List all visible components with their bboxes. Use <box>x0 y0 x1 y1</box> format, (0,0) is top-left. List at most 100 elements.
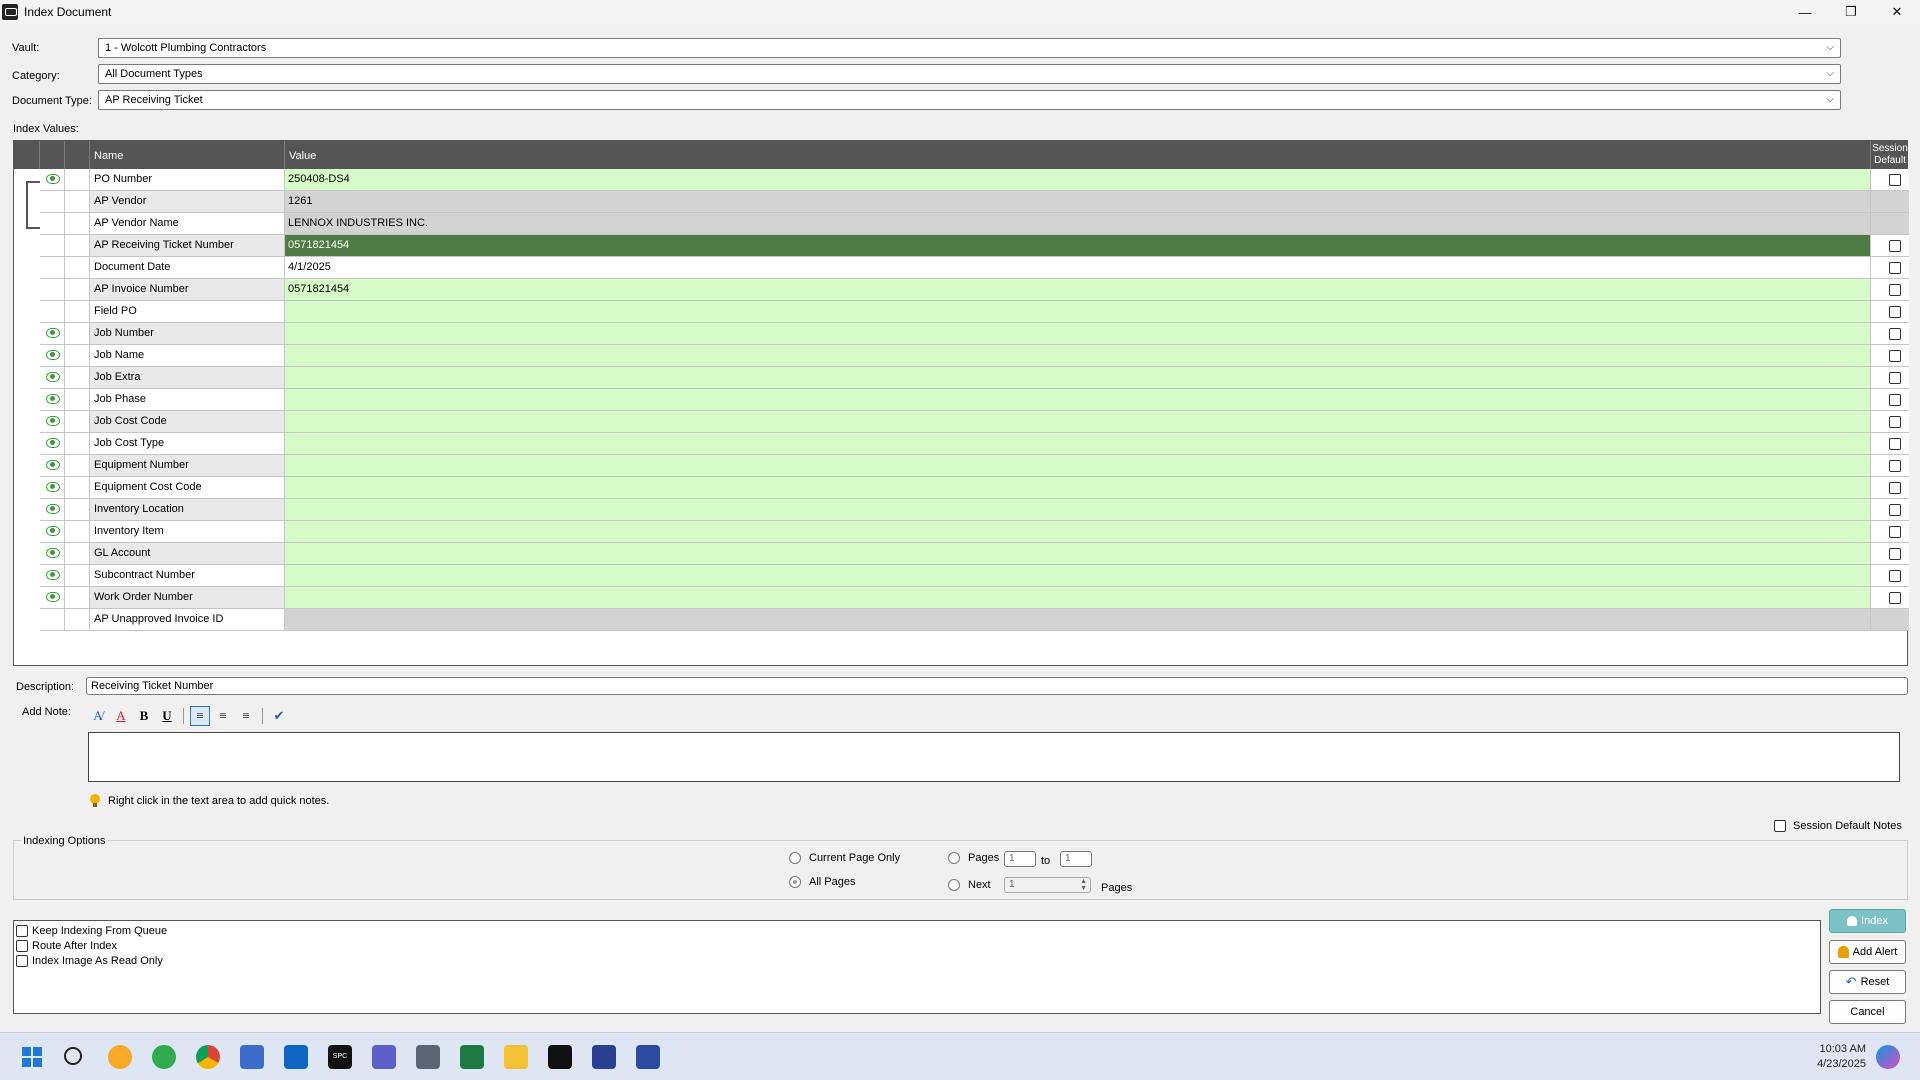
teams-icon[interactable] <box>372 1045 396 1069</box>
session-default-cell[interactable] <box>1871 235 1909 257</box>
keep-indexing-checkbox[interactable] <box>16 925 28 937</box>
close-button[interactable]: ✕ <box>1874 0 1920 24</box>
table-row[interactable]: AP Invoice Number 0571821454 <box>14 279 1909 301</box>
outlook-icon[interactable] <box>284 1045 308 1069</box>
session-default-checkbox[interactable] <box>1889 460 1901 472</box>
session-default-checkbox[interactable] <box>1889 570 1901 582</box>
read-only-option[interactable]: Index Image As Read Only <box>16 955 163 967</box>
session-default-cell[interactable] <box>1871 213 1909 235</box>
session-default-checkbox[interactable] <box>1889 504 1901 516</box>
align-center-icon[interactable]: ≡ <box>213 706 233 726</box>
session-default-cell[interactable] <box>1871 499 1909 521</box>
align-right-icon[interactable]: ≡ <box>236 706 256 726</box>
session-default-cell[interactable] <box>1871 301 1909 323</box>
refresh-app-icon[interactable] <box>152 1045 176 1069</box>
field-value-cell[interactable]: 250408-DS4 <box>285 169 1871 191</box>
session-default-cell[interactable] <box>1871 521 1909 543</box>
table-row[interactable]: Equipment Cost Code <box>14 477 1909 499</box>
stepper-arrows-icon[interactable]: ▲ ▼ <box>1080 878 1087 892</box>
note-textarea[interactable] <box>88 732 1900 782</box>
index-app-icon[interactable] <box>548 1045 572 1069</box>
field-value-cell[interactable]: 0571821454 <box>285 279 1871 301</box>
session-default-checkbox[interactable] <box>1889 350 1901 362</box>
session-default-checkbox[interactable] <box>1889 174 1901 186</box>
session-default-cell[interactable] <box>1871 543 1909 565</box>
table-row[interactable]: Job Cost Type <box>14 433 1909 455</box>
field-value-cell[interactable] <box>285 609 1871 631</box>
field-value-cell[interactable] <box>285 455 1871 477</box>
excel-icon[interactable] <box>460 1045 484 1069</box>
session-default-cell[interactable] <box>1871 191 1909 213</box>
next-option[interactable]: Next <box>948 879 991 891</box>
table-row[interactable]: Job Phase <box>14 389 1909 411</box>
session-default-cell[interactable] <box>1871 323 1909 345</box>
file-explorer-icon[interactable] <box>504 1045 528 1069</box>
session-default-checkbox[interactable] <box>1889 592 1901 604</box>
font-color-icon[interactable]: A <box>111 706 131 726</box>
session-default-cell[interactable] <box>1871 587 1909 609</box>
underline-icon[interactable]: U <box>157 706 177 726</box>
field-value-cell[interactable] <box>285 345 1871 367</box>
session-default-checkbox[interactable] <box>1889 372 1901 384</box>
session-default-checkbox[interactable] <box>1889 262 1901 274</box>
pages-radio[interactable] <box>948 852 960 864</box>
table-row[interactable]: AP Unapproved Invoice ID <box>14 609 1909 631</box>
field-value-cell[interactable]: 1261 <box>285 191 1871 213</box>
session-default-cell[interactable] <box>1871 565 1909 587</box>
highlight-icon[interactable]: A̸ <box>88 706 108 726</box>
table-row[interactable]: Subcontract Number <box>14 565 1909 587</box>
session-default-checkbox[interactable] <box>1889 548 1901 560</box>
session-default-cell[interactable] <box>1871 433 1909 455</box>
table-row[interactable]: Job Name <box>14 345 1909 367</box>
session-default-checkbox[interactable] <box>1889 482 1901 494</box>
all-pages-radio[interactable] <box>789 876 801 888</box>
bold-icon[interactable]: B <box>134 706 154 726</box>
search-icon[interactable] <box>64 1047 82 1065</box>
category-select[interactable]: All Document Types ⌵ <box>98 64 1841 84</box>
field-value-cell[interactable]: 0571821454 <box>285 235 1871 257</box>
session-default-cell[interactable] <box>1871 257 1909 279</box>
query-app-icon[interactable] <box>592 1045 616 1069</box>
session-default-cell[interactable] <box>1871 609 1909 631</box>
table-row[interactable]: Document Date 4/1/2025 <box>14 257 1909 279</box>
copilot-icon[interactable] <box>1876 1045 1900 1069</box>
field-value-cell[interactable] <box>285 301 1871 323</box>
app-launcher-icon[interactable] <box>108 1045 132 1069</box>
add-alert-button[interactable]: Add Alert <box>1829 940 1906 964</box>
field-value-cell[interactable] <box>285 367 1871 389</box>
current-page-radio[interactable] <box>789 852 801 864</box>
table-row[interactable]: PO Number 250408-DS4 <box>14 169 1909 191</box>
table-row[interactable]: AP Vendor Name LENNOX INDUSTRIES INC. <box>14 213 1909 235</box>
field-value-cell[interactable] <box>285 323 1871 345</box>
session-default-notes-checkbox[interactable] <box>1774 820 1786 832</box>
current-page-option[interactable]: Current Page Only <box>789 852 900 864</box>
field-value-cell[interactable] <box>285 389 1871 411</box>
table-row[interactable]: Work Order Number <box>14 587 1909 609</box>
field-value-cell[interactable]: 4/1/2025 <box>285 257 1871 279</box>
session-default-notes[interactable]: Session Default Notes <box>1774 820 1902 832</box>
mail-app-icon[interactable] <box>240 1045 264 1069</box>
route-after-option[interactable]: Route After Index <box>16 940 117 952</box>
session-default-checkbox[interactable] <box>1889 306 1901 318</box>
clock[interactable]: 10:03 AM 4/23/2025 <box>1817 1042 1866 1072</box>
table-row[interactable]: Field PO <box>14 301 1909 323</box>
vault-select[interactable]: 1 - Wolcott Plumbing Contractors ⌵ <box>98 38 1841 58</box>
description-field[interactable]: Receiving Ticket Number <box>86 677 1908 695</box>
route-after-checkbox[interactable] <box>16 940 28 952</box>
session-default-checkbox[interactable] <box>1889 394 1901 406</box>
session-default-cell[interactable] <box>1871 279 1909 301</box>
windows-start-icon[interactable] <box>20 1045 44 1069</box>
session-default-cell[interactable] <box>1871 389 1909 411</box>
pages-option[interactable]: Pages <box>948 852 999 864</box>
calculator-icon[interactable] <box>416 1045 440 1069</box>
field-value-cell[interactable] <box>285 433 1871 455</box>
read-only-checkbox[interactable] <box>16 955 28 967</box>
chrome-icon[interactable] <box>196 1045 220 1069</box>
index-button[interactable]: Index <box>1829 909 1906 933</box>
minimize-button[interactable]: — <box>1782 0 1828 24</box>
pages-from-input[interactable]: 1 <box>1004 851 1036 867</box>
keep-indexing-option[interactable]: Keep Indexing From Queue <box>16 925 167 937</box>
session-default-cell[interactable] <box>1871 169 1909 191</box>
table-row[interactable]: Inventory Location <box>14 499 1909 521</box>
session-default-checkbox[interactable] <box>1889 284 1901 296</box>
